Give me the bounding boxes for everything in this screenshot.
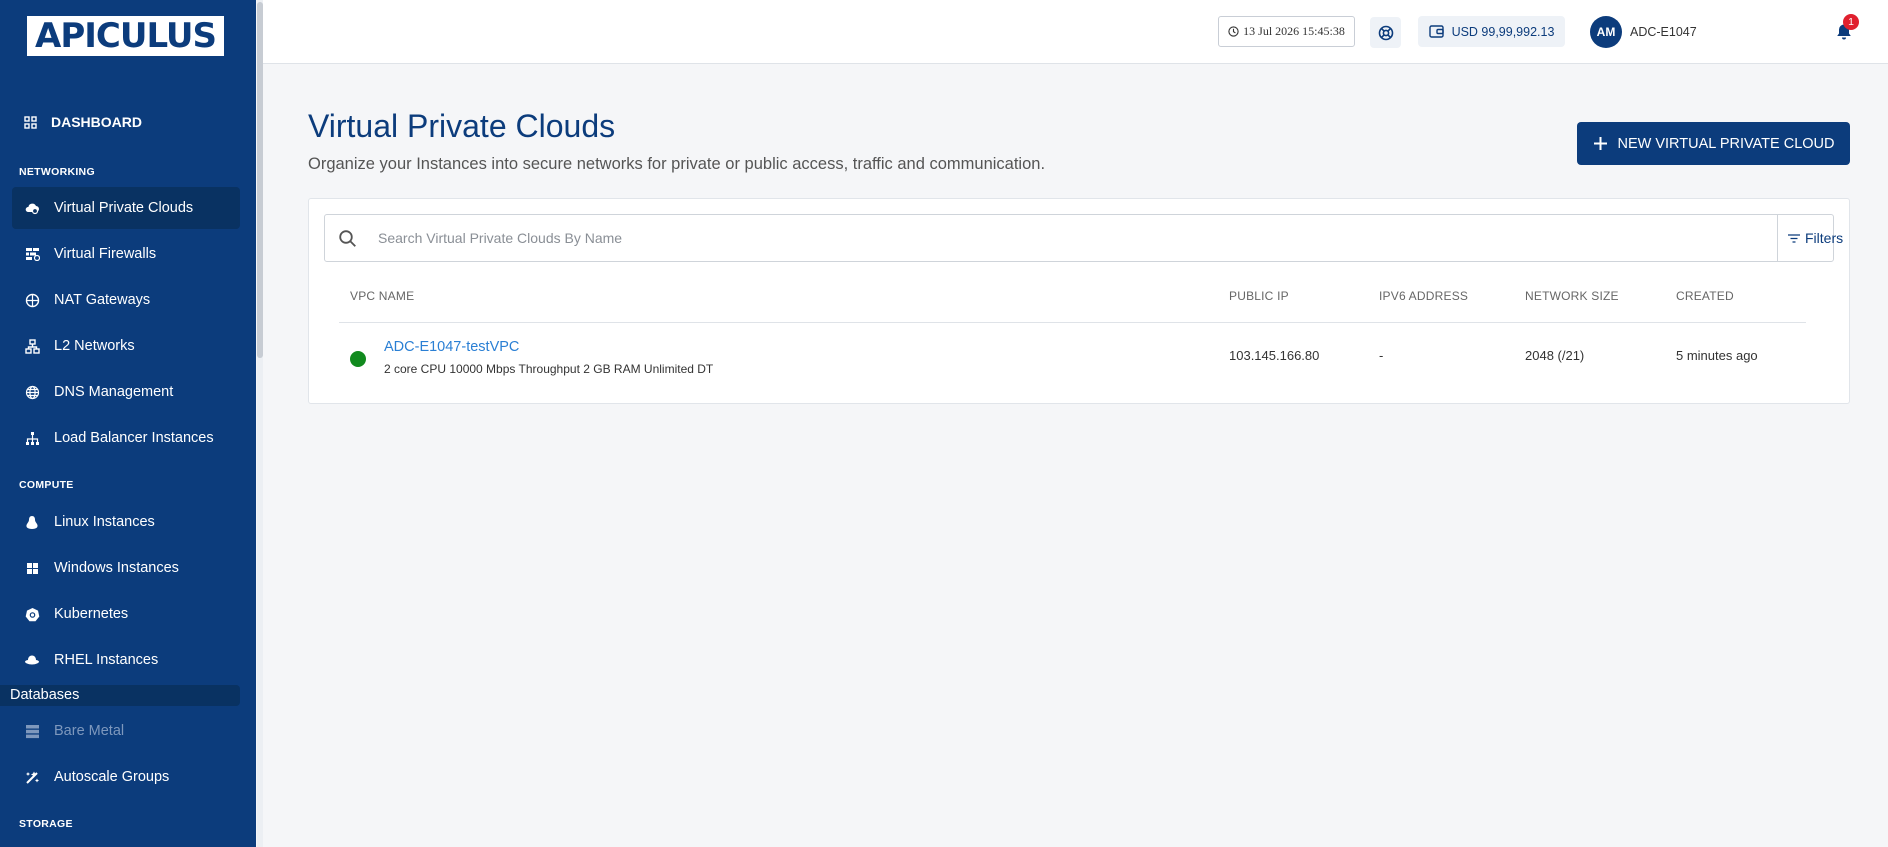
clock-icon bbox=[1228, 26, 1239, 37]
sidebar-item-rhel-instances[interactable]: RHEL Instances bbox=[12, 639, 240, 681]
network-size: 2048 (/21) bbox=[1525, 348, 1585, 363]
vpc-list-card: Search Virtual Private Clouds By Name Fi… bbox=[308, 198, 1850, 404]
sidebar-item-label: Bare Metal bbox=[54, 723, 125, 739]
sidebar-item-nat-gateways[interactable]: NAT Gateways bbox=[12, 279, 240, 321]
avatar: AM bbox=[1590, 16, 1622, 48]
filter-icon bbox=[1788, 233, 1800, 243]
sidebar-item-kubernetes[interactable]: Kubernetes bbox=[12, 593, 240, 635]
new-button-label: NEW VIRTUAL PRIVATE CLOUD bbox=[1617, 135, 1835, 152]
logo-text: APICULUS bbox=[35, 16, 217, 56]
sidebar-item-label: Virtual Firewalls bbox=[54, 246, 157, 262]
wallet-balance[interactable]: USD 99,99,992.13 bbox=[1418, 16, 1565, 47]
created-time: 5 minutes ago bbox=[1676, 348, 1758, 363]
wallet-balance-text: USD 99,99,992.13 bbox=[1451, 24, 1555, 39]
ipv6-address: - bbox=[1379, 348, 1384, 363]
wallet-icon bbox=[1428, 25, 1444, 38]
kubernetes-icon bbox=[24, 606, 40, 622]
column-header-network-size[interactable]: NETWORK SIZE bbox=[1525, 289, 1619, 303]
new-virtual-private-cloud-button[interactable]: NEW VIRTUAL PRIVATE CLOUD bbox=[1577, 122, 1850, 165]
windows-icon bbox=[24, 560, 40, 576]
column-header-public-ip[interactable]: PUBLIC IP bbox=[1229, 289, 1289, 303]
user-menu[interactable]: AM ADC-E1047 bbox=[1590, 16, 1697, 48]
globe-icon bbox=[24, 384, 40, 400]
sidebar-item-label: Virtual Private Clouds bbox=[54, 200, 194, 216]
sidebar-item-label: L2 Networks bbox=[54, 338, 135, 354]
column-header-created[interactable]: CREATED bbox=[1676, 289, 1734, 303]
firewall-icon bbox=[24, 246, 40, 262]
header-divider bbox=[339, 322, 1806, 323]
datetime-display: 13 Jul 2026 15:45:38 bbox=[1218, 16, 1355, 47]
public-ip: 103.145.166.80 bbox=[1229, 348, 1320, 363]
column-header-vpc-name[interactable]: VPC NAME bbox=[350, 289, 414, 303]
nat-gateway-icon bbox=[24, 292, 40, 308]
filters-label: Filters bbox=[1805, 230, 1844, 246]
sidebar-item-label: Linux Instances bbox=[54, 514, 155, 530]
page-title: Virtual Private Clouds bbox=[308, 108, 616, 144]
support-button[interactable] bbox=[1370, 17, 1401, 48]
sidebar-item-label: Kubernetes bbox=[54, 606, 129, 622]
sidebar-item-virtual-private-clouds[interactable]: Virtual Private Clouds bbox=[12, 187, 240, 229]
autoscale-icon bbox=[24, 769, 40, 785]
search-input[interactable]: Search Virtual Private Clouds By Name bbox=[378, 230, 622, 246]
column-header-ipv6-address[interactable]: IPV6 ADDRESS bbox=[1379, 289, 1468, 303]
sidebar: APICULUS DASHBOARD NETWORKING Virtual Pr… bbox=[0, 0, 256, 847]
load-balancer-icon bbox=[24, 430, 40, 446]
sidebar-item-dns-management[interactable]: DNS Management bbox=[12, 371, 240, 413]
sidebar-item-label: Load Balancer Instances bbox=[54, 430, 214, 446]
datetime-text: 13 Jul 2026 15:45:38 bbox=[1243, 24, 1345, 38]
sidebar-item-l2-networks[interactable]: L2 Networks bbox=[12, 325, 240, 367]
linux-icon bbox=[24, 514, 40, 530]
sidebar-item-autoscale-groups[interactable]: Autoscale Groups bbox=[12, 756, 240, 798]
sidebar-item-label: DASHBOARD bbox=[51, 114, 142, 130]
sidebar-item-windows-instances[interactable]: Windows Instances bbox=[12, 547, 240, 589]
network-icon bbox=[24, 338, 40, 354]
sidebar-item-label: DNS Management bbox=[54, 384, 174, 400]
vpc-name-link[interactable]: ADC-E1047-testVPC bbox=[384, 339, 519, 355]
search-icon bbox=[339, 230, 356, 247]
server-icon bbox=[24, 723, 40, 739]
cloud-icon bbox=[24, 200, 40, 216]
sidebar-item-label: Windows Instances bbox=[54, 560, 179, 576]
search-bar: Search Virtual Private Clouds By Name Fi… bbox=[324, 214, 1843, 262]
plus-icon bbox=[1593, 137, 1607, 150]
section-compute: COMPUTE bbox=[19, 479, 74, 491]
sidebar-item-dashboard[interactable]: DASHBOARD bbox=[24, 114, 142, 130]
sidebar-item-label: NAT Gateways bbox=[54, 292, 151, 308]
redhat-icon bbox=[24, 652, 40, 668]
sidebar-item-label: Autoscale Groups bbox=[54, 769, 170, 785]
dashboard-icon bbox=[24, 115, 37, 129]
page-subtitle: Organize your Instances into secure netw… bbox=[308, 155, 1046, 173]
filters-button[interactable]: Filters bbox=[1777, 215, 1843, 261]
vpc-spec: 2 core CPU 10000 Mbps Throughput 2 GB RA… bbox=[384, 362, 714, 376]
section-networking: NETWORKING bbox=[19, 166, 95, 178]
sidebar-item-label: RHEL Instances bbox=[54, 652, 159, 668]
lifebuoy-icon bbox=[1378, 25, 1393, 40]
section-storage: STORAGE bbox=[19, 818, 73, 830]
notification-badge: 1 bbox=[1843, 14, 1859, 30]
sidebar-item-bare-metal: Bare Metal bbox=[12, 710, 240, 752]
sidebar-item-load-balancer-instances[interactable]: Load Balancer Instances bbox=[12, 417, 240, 459]
sidebar-item-virtual-firewalls[interactable]: Virtual Firewalls bbox=[12, 233, 240, 275]
apiculus-logo[interactable]: APICULUS bbox=[27, 16, 224, 56]
account-name: ADC-E1047 bbox=[1630, 25, 1697, 39]
status-indicator bbox=[350, 351, 366, 367]
sidebar-item-linux-instances[interactable]: Linux Instances bbox=[12, 501, 240, 543]
sidebar-item-databases[interactable]: Databases bbox=[0, 685, 240, 706]
